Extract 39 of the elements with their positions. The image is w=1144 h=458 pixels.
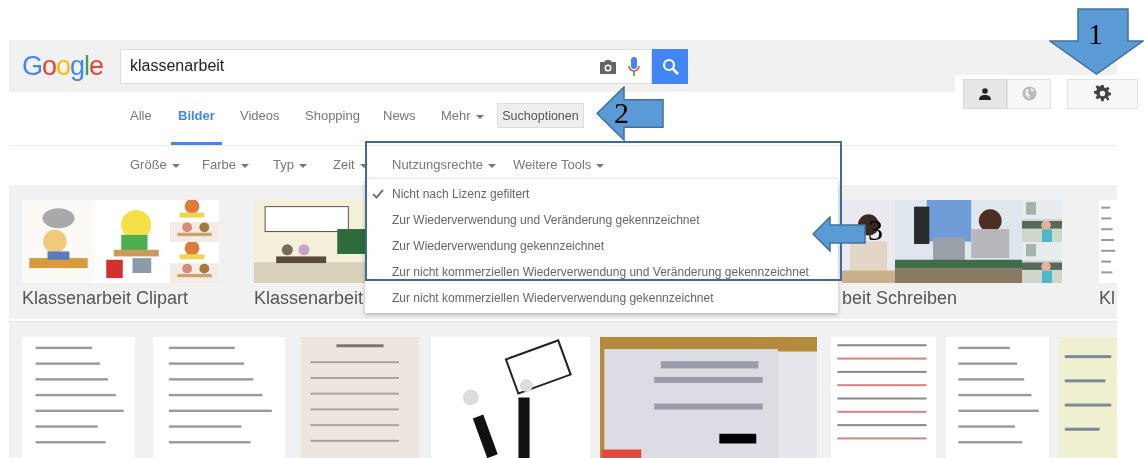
- tools-button[interactable]: Suchoptionen: [497, 103, 584, 128]
- menu-item[interactable]: Nicht nach Lizenz gefiltert: [365, 181, 530, 207]
- menu-item[interactable]: Zur Wiederverwendung gekennzeichnet: [365, 233, 605, 259]
- caret-icon: [298, 163, 307, 168]
- caret-icon: [240, 163, 249, 168]
- caret-icon: [596, 163, 605, 168]
- microphone-icon[interactable]: [628, 56, 640, 77]
- search-button[interactable]: [652, 48, 688, 84]
- filter-menu[interactable]: Größe: [130, 146, 180, 184]
- caret-icon: [171, 163, 180, 168]
- filter-menu[interactable]: Nutzungsrechte: [392, 146, 497, 184]
- settings-button[interactable]: [1067, 78, 1138, 109]
- related-search-label[interactable]: beit Schreiben: [842, 287, 958, 309]
- nav-tab[interactable]: Videos: [233, 92, 287, 145]
- filter-menu[interactable]: Weitere Tools: [513, 146, 605, 184]
- caret-icon: [475, 114, 484, 119]
- person-icon: [979, 87, 991, 100]
- related-search-label[interactable]: Klassenarbeit: [254, 287, 364, 309]
- google-logo[interactable]: Google: [22, 51, 120, 81]
- nav-tab[interactable]: Mehr: [434, 92, 491, 145]
- nav-tab[interactable]: Shopping: [298, 92, 367, 145]
- menu-item[interactable]: Zur nicht kommerziellen Wiederverwendung und Veränderung gekennzeichnet: [365, 259, 809, 285]
- search-field[interactable]: klassenarbeit: [120, 48, 652, 84]
- mode-button[interactable]: [963, 78, 1007, 109]
- caret-icon: [488, 163, 497, 168]
- nav-tab[interactable]: Bilder: [171, 92, 222, 145]
- related-search-label[interactable]: Klassenarbeit Clipart: [22, 287, 189, 309]
- nav-tab[interactable]: Alle: [123, 92, 159, 145]
- nav-tab[interactable]: News: [376, 92, 423, 145]
- menu-item[interactable]: Zur nicht kommerziellen Wiederverwendung gekennzeichnet: [365, 285, 714, 311]
- callout-number: 1: [1088, 18, 1103, 50]
- filter-menu[interactable]: Typ: [273, 146, 307, 184]
- search-icon: [661, 57, 679, 75]
- menu-item[interactable]: Zur Wiederverwendung und Veränderung gekennzeichnet: [365, 207, 700, 233]
- related-search-label[interactable]: Kl: [1099, 287, 1115, 309]
- filter-menu[interactable]: Farbe: [202, 146, 249, 184]
- globe-icon: [1021, 86, 1037, 101]
- settings-icon: [1094, 85, 1111, 102]
- callout-number: 2: [614, 97, 629, 129]
